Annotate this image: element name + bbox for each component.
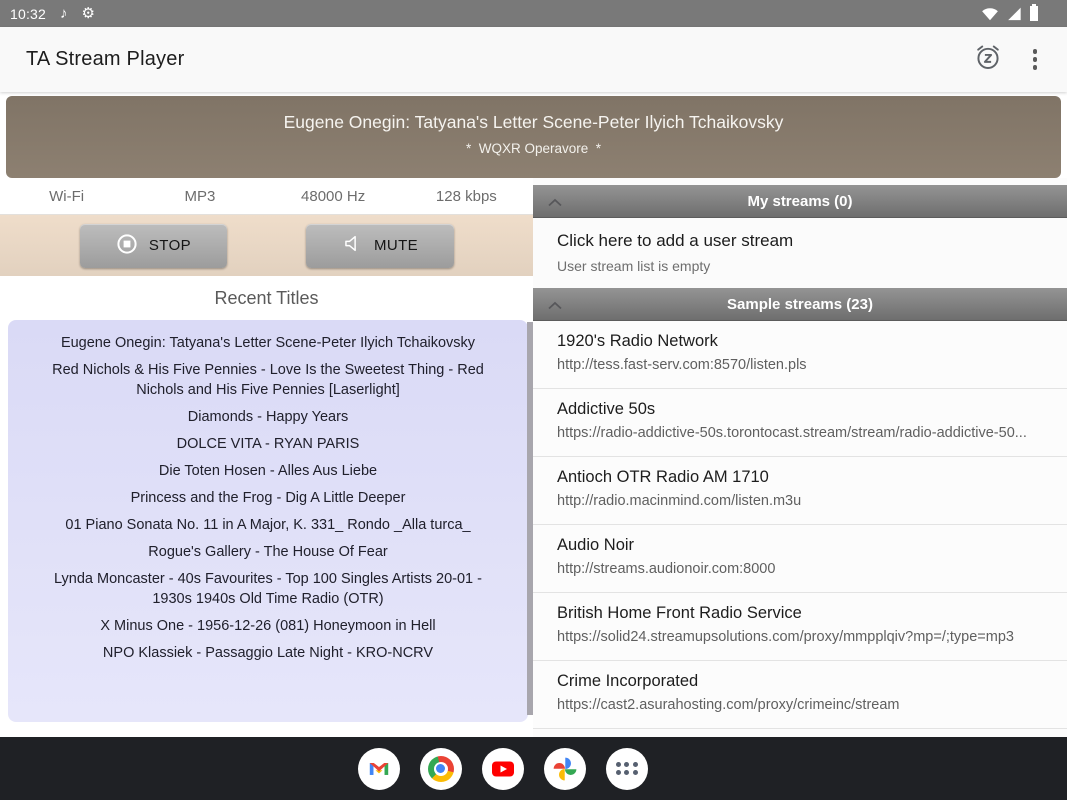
recent-titles-header: Recent Titles: [0, 276, 533, 320]
stream-url: http://tess.fast-serv.com:8570/listen.pl…: [557, 357, 1053, 373]
recent-title: Die Toten Hosen - Alles Aus Liebe: [36, 461, 500, 481]
my-streams-header-label: My streams (0): [533, 193, 1067, 210]
overflow-menu-icon[interactable]: [1029, 45, 1042, 74]
music-note-icon: ♪: [60, 6, 68, 21]
recent-title: Princess and the Frog - Dig A Little Dee…: [36, 488, 500, 508]
screen: 10:32 ♪ ⚙ TA Stream Player: [0, 0, 1067, 800]
recent-title: Diamonds - Happy Years: [36, 407, 500, 427]
app-bar: TA Stream Player: [0, 27, 1067, 92]
status-time: 10:32: [10, 6, 46, 22]
streams-panel: My streams (0) Click here to add a user …: [533, 178, 1067, 737]
recent-title: X Minus One - 1956-12-26 (081) Honeymoon…: [36, 616, 500, 636]
now-playing-station: * WQXR Operavore *: [6, 141, 1061, 156]
user-stream-empty-note: User stream list is empty: [557, 258, 1067, 274]
dock: [358, 748, 648, 790]
sample-streams-header[interactable]: Sample streams (23): [533, 288, 1067, 321]
recent-title: DOLCE VITA - RYAN PARIS: [36, 434, 500, 454]
status-right: [981, 4, 1039, 24]
stream-item[interactable]: British Home Front Radio Service https:/…: [533, 593, 1067, 661]
gmail-icon[interactable]: [358, 748, 400, 790]
app-bar-actions: [973, 42, 1042, 77]
now-playing-title: Eugene Onegin: Tatyana's Letter Scene-Pe…: [6, 111, 1061, 133]
stop-label: STOP: [149, 237, 191, 254]
status-left: 10:32 ♪ ⚙: [10, 6, 95, 22]
stream-name: Audio Noir: [557, 536, 1053, 555]
mute-button[interactable]: MUTE: [306, 224, 454, 268]
app-drawer-icon[interactable]: [606, 748, 648, 790]
stop-button[interactable]: STOP: [80, 224, 227, 268]
sleep-timer-icon[interactable]: [973, 42, 1003, 77]
battery-icon: [1029, 4, 1039, 24]
signal-icon: [1006, 6, 1022, 24]
photos-icon[interactable]: [544, 748, 586, 790]
network-type: Wi-Fi: [0, 188, 133, 205]
stop-icon: [116, 233, 138, 259]
chrome-icon[interactable]: [420, 748, 462, 790]
content: Wi-Fi MP3 48000 Hz 128 kbps STOP: [0, 178, 1067, 737]
recent-title: NPO Klassiek - Passaggio Late Night - KR…: [36, 643, 500, 663]
stream-item[interactable]: Crime Incorporated https://cast2.asuraho…: [533, 661, 1067, 729]
app-title: TA Stream Player: [26, 48, 184, 71]
chevron-up-icon: [547, 297, 563, 315]
nav-bar: [0, 737, 1067, 800]
recent-titles-list: Eugene Onegin: Tatyana's Letter Scene-Pe…: [8, 320, 528, 722]
stream-url: http://radio.macinmind.com/listen.m3u: [557, 493, 1053, 509]
codec: MP3: [133, 188, 266, 205]
stream-name: Addictive 50s: [557, 400, 1053, 419]
wifi-icon: [981, 6, 999, 24]
recent-title: Lynda Moncaster - 40s Favourites - Top 1…: [36, 569, 500, 609]
youtube-icon[interactable]: [482, 748, 524, 790]
stream-item[interactable]: Addictive 50s https://radio-addictive-50…: [533, 389, 1067, 457]
playback-controls: STOP MUTE: [0, 215, 533, 276]
now-playing-banner: Eugene Onegin: Tatyana's Letter Scene-Pe…: [6, 96, 1061, 178]
recent-title: 01 Piano Sonata No. 11 in A Major, K. 33…: [36, 515, 500, 535]
sample-streams-header-label: Sample streams (23): [533, 296, 1067, 313]
stream-item[interactable]: 1920's Radio Network http://tess.fast-se…: [533, 321, 1067, 389]
stream-name: British Home Front Radio Service: [557, 604, 1053, 623]
stream-item[interactable]: Antioch OTR Radio AM 1710 http://radio.m…: [533, 457, 1067, 525]
recent-title: Red Nichols & His Five Pennies - Love Is…: [36, 360, 500, 400]
add-user-stream-title: Click here to add a user stream: [557, 231, 1067, 251]
stream-url: http://streams.audionoir.com:8000: [557, 561, 1053, 577]
recent-list-scrollbar[interactable]: [527, 322, 533, 715]
stream-item[interactable]: Audio Noir http://streams.audionoir.com:…: [533, 525, 1067, 593]
gear-icon: ⚙: [82, 6, 95, 21]
recent-title: Rogue's Gallery - The House Of Fear: [36, 542, 500, 562]
status-bar: 10:32 ♪ ⚙: [0, 0, 1067, 27]
stream-url: https://cast2.asurahosting.com/proxy/cri…: [557, 697, 1053, 713]
chevron-up-icon: [547, 194, 563, 212]
stream-name: Crime Incorporated: [557, 672, 1053, 691]
sample-rate: 48000 Hz: [267, 188, 400, 205]
add-user-stream-row[interactable]: Click here to add a user stream User str…: [533, 218, 1067, 288]
stream-info-row: Wi-Fi MP3 48000 Hz 128 kbps: [0, 178, 533, 215]
mute-label: MUTE: [374, 237, 418, 254]
stream-url: https://solid24.streamupsolutions.com/pr…: [557, 629, 1053, 645]
recent-title: Eugene Onegin: Tatyana's Letter Scene-Pe…: [36, 333, 500, 353]
stream-name: 1920's Radio Network: [557, 332, 1053, 351]
bitrate: 128 kbps: [400, 188, 533, 205]
stream-name: Antioch OTR Radio AM 1710: [557, 468, 1053, 487]
speaker-icon: [342, 233, 363, 258]
stream-url: https://radio-addictive-50s.torontocast.…: [557, 425, 1053, 441]
my-streams-header[interactable]: My streams (0): [533, 185, 1067, 218]
player-panel: Wi-Fi MP3 48000 Hz 128 kbps STOP: [0, 178, 533, 737]
